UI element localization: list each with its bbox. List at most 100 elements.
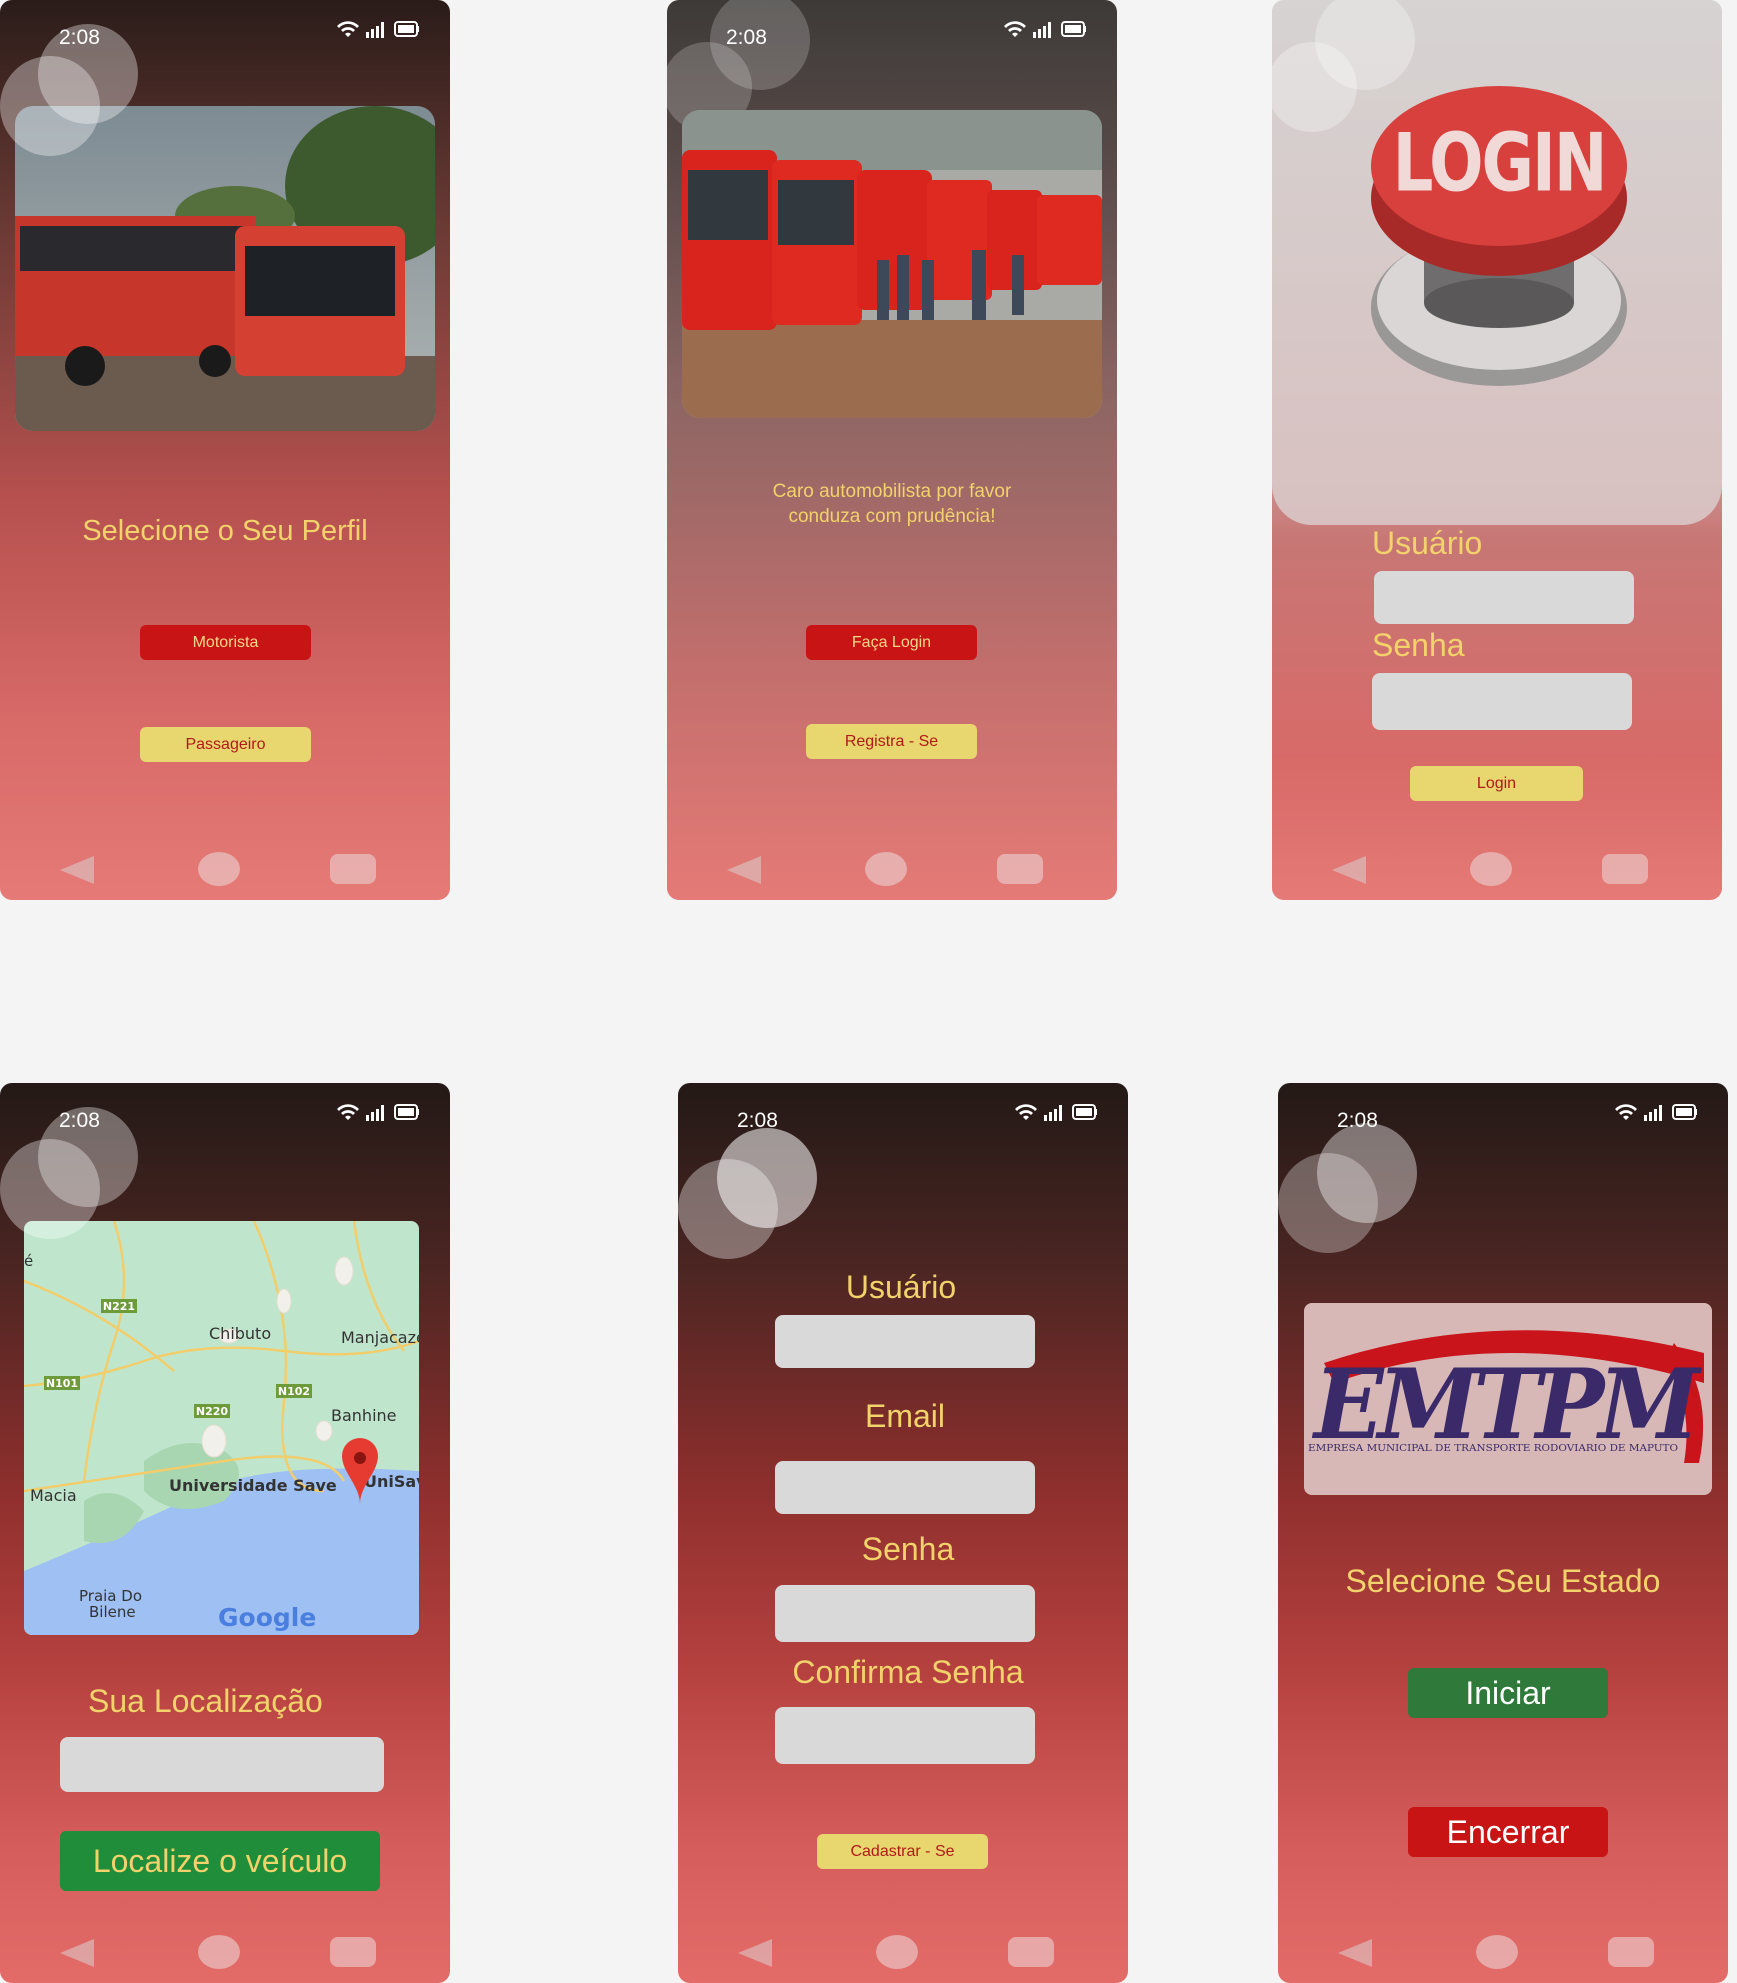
- recent-apps-icon[interactable]: [330, 1937, 376, 1967]
- place-label: Banhine: [331, 1406, 397, 1425]
- home-icon[interactable]: [865, 852, 907, 886]
- signal-icon: [366, 1105, 384, 1121]
- signal-icon: [1644, 1105, 1662, 1121]
- username-input[interactable]: [1374, 571, 1634, 624]
- status-icons: [1614, 1103, 1698, 1121]
- back-icon[interactable]: [738, 1939, 772, 1967]
- decorative-bubble: [1278, 1153, 1378, 1253]
- register-submit-button[interactable]: Cadastrar - Se: [817, 1834, 988, 1869]
- password-label: Senha: [861, 1531, 955, 1567]
- wifi-icon: [1004, 21, 1026, 37]
- confirm-password-label: Confirma Senha: [792, 1654, 1024, 1690]
- screen-map: 2:08 N221 N101 N220 N102 Chibuto Manjaca…: [0, 1083, 450, 1983]
- android-nav-bar: [0, 1931, 450, 1971]
- recent-apps-icon[interactable]: [330, 854, 376, 884]
- recent-apps-icon[interactable]: [1608, 1937, 1654, 1967]
- wifi-icon: [337, 1104, 359, 1120]
- passenger-button[interactable]: Passageiro: [140, 727, 311, 762]
- recent-apps-icon[interactable]: [1008, 1937, 1054, 1967]
- login-submit-button[interactable]: Login: [1410, 766, 1583, 801]
- place-label: Bilene: [89, 1603, 136, 1621]
- battery-icon: [1672, 1104, 1697, 1120]
- road-label: N101: [46, 1377, 78, 1390]
- password-input[interactable]: [775, 1585, 1035, 1642]
- place-label: UniSav: [364, 1472, 419, 1491]
- back-icon[interactable]: [1332, 856, 1366, 884]
- home-icon[interactable]: [1476, 1935, 1518, 1969]
- home-icon[interactable]: [1470, 852, 1512, 886]
- location-label: Sua Localização: [88, 1683, 323, 1719]
- locate-vehicle-button[interactable]: Localize o veículo: [60, 1831, 380, 1891]
- password-label: Senha: [1372, 627, 1465, 663]
- android-nav-bar: [1272, 848, 1722, 888]
- map-view[interactable]: N221 N101 N220 N102 Chibuto Manjacaze Ba…: [24, 1221, 419, 1635]
- back-icon[interactable]: [60, 1939, 94, 1967]
- signal-icon: [1033, 22, 1051, 38]
- status-icons: [1014, 1103, 1098, 1121]
- emtpm-logo: EMTPM EMPRESA MUNICIPAL DE TRANSPORTE RO…: [1304, 1303, 1712, 1495]
- status-icons: [336, 1103, 420, 1121]
- back-icon[interactable]: [727, 856, 761, 884]
- wifi-icon: [1015, 1104, 1037, 1120]
- road-label: N220: [196, 1405, 229, 1418]
- place-label: é: [24, 1252, 33, 1270]
- battery-icon: [1072, 1104, 1097, 1120]
- login-button-illustration: LOGIN: [1369, 78, 1629, 388]
- android-nav-bar: [678, 1931, 1128, 1971]
- driver-button[interactable]: Motorista: [140, 625, 311, 660]
- login-button[interactable]: Faça Login: [806, 625, 977, 660]
- wifi-icon: [337, 21, 359, 37]
- signal-icon: [366, 22, 384, 38]
- road-label: N102: [278, 1385, 310, 1398]
- place-label: Universidade Save: [169, 1476, 337, 1495]
- safety-message: Caro automobilista por favor conduza com…: [772, 481, 1012, 527]
- screen-title: Selecione Seu Estado: [1345, 1563, 1661, 1599]
- screen-title: Selecione o Seu Perfil: [82, 515, 368, 547]
- screen-register: 2:08 Usuário Email Senha Confirma Senha …: [678, 1083, 1128, 1983]
- screen-status: 2:08 EMTPM EMPRESA MUNICIPAL DE TRANSPOR…: [1278, 1083, 1728, 1983]
- screen-login: 2:08 LOGIN Usuário Senha Login: [1272, 0, 1722, 900]
- signal-icon: [1044, 1105, 1062, 1121]
- home-icon[interactable]: [198, 1935, 240, 1969]
- back-icon[interactable]: [60, 856, 94, 884]
- android-nav-bar: [667, 848, 1117, 888]
- start-button[interactable]: Iniciar: [1408, 1668, 1608, 1718]
- email-label: Email: [864, 1398, 945, 1434]
- android-nav-bar: [0, 848, 450, 888]
- battery-icon: [394, 21, 419, 37]
- emtpm-logo-subtitle: EMPRESA MUNICIPAL DE TRANSPORTE RODOVIAR…: [1308, 1444, 1678, 1454]
- screen-profile: 2:08 Selecione o Seu Perfil Motorista Pa…: [0, 0, 450, 900]
- home-icon[interactable]: [876, 1935, 918, 1969]
- battery-icon: [1061, 21, 1086, 37]
- android-nav-bar: [1278, 1931, 1728, 1971]
- confirm-password-input[interactable]: [775, 1707, 1035, 1764]
- register-button[interactable]: Registra - Se: [806, 724, 977, 759]
- home-icon[interactable]: [198, 852, 240, 886]
- bus-photo: [15, 106, 435, 431]
- email-input[interactable]: [775, 1461, 1035, 1514]
- decorative-bubble: [0, 1139, 100, 1239]
- login-badge-text: LOGIN: [1393, 118, 1606, 211]
- username-label: Usuário: [1372, 525, 1483, 561]
- google-logo: Google: [218, 1603, 316, 1632]
- place-label: Macia: [30, 1486, 77, 1505]
- recent-apps-icon[interactable]: [997, 854, 1043, 884]
- password-input[interactable]: [1372, 673, 1632, 730]
- road-label: N221: [103, 1300, 135, 1313]
- place-label: Chibuto: [209, 1324, 271, 1343]
- end-button[interactable]: Encerrar: [1408, 1807, 1608, 1857]
- location-input[interactable]: [60, 1737, 384, 1792]
- back-icon[interactable]: [1338, 1939, 1372, 1967]
- place-label: Manjacaze: [341, 1328, 419, 1347]
- username-label: Usuário: [845, 1269, 957, 1305]
- recent-apps-icon[interactable]: [1602, 854, 1648, 884]
- battery-icon: [394, 1104, 419, 1120]
- wifi-icon: [1615, 1104, 1637, 1120]
- decorative-bubble: [678, 1159, 778, 1259]
- decorative-bubble: [0, 56, 100, 156]
- status-icons: [336, 20, 420, 38]
- status-icons: [1003, 20, 1087, 38]
- screen-welcome: 2:08 Caro automobilista por favor conduz…: [667, 0, 1117, 900]
- username-input[interactable]: [775, 1315, 1035, 1368]
- bus-fleet-photo: [682, 110, 1102, 418]
